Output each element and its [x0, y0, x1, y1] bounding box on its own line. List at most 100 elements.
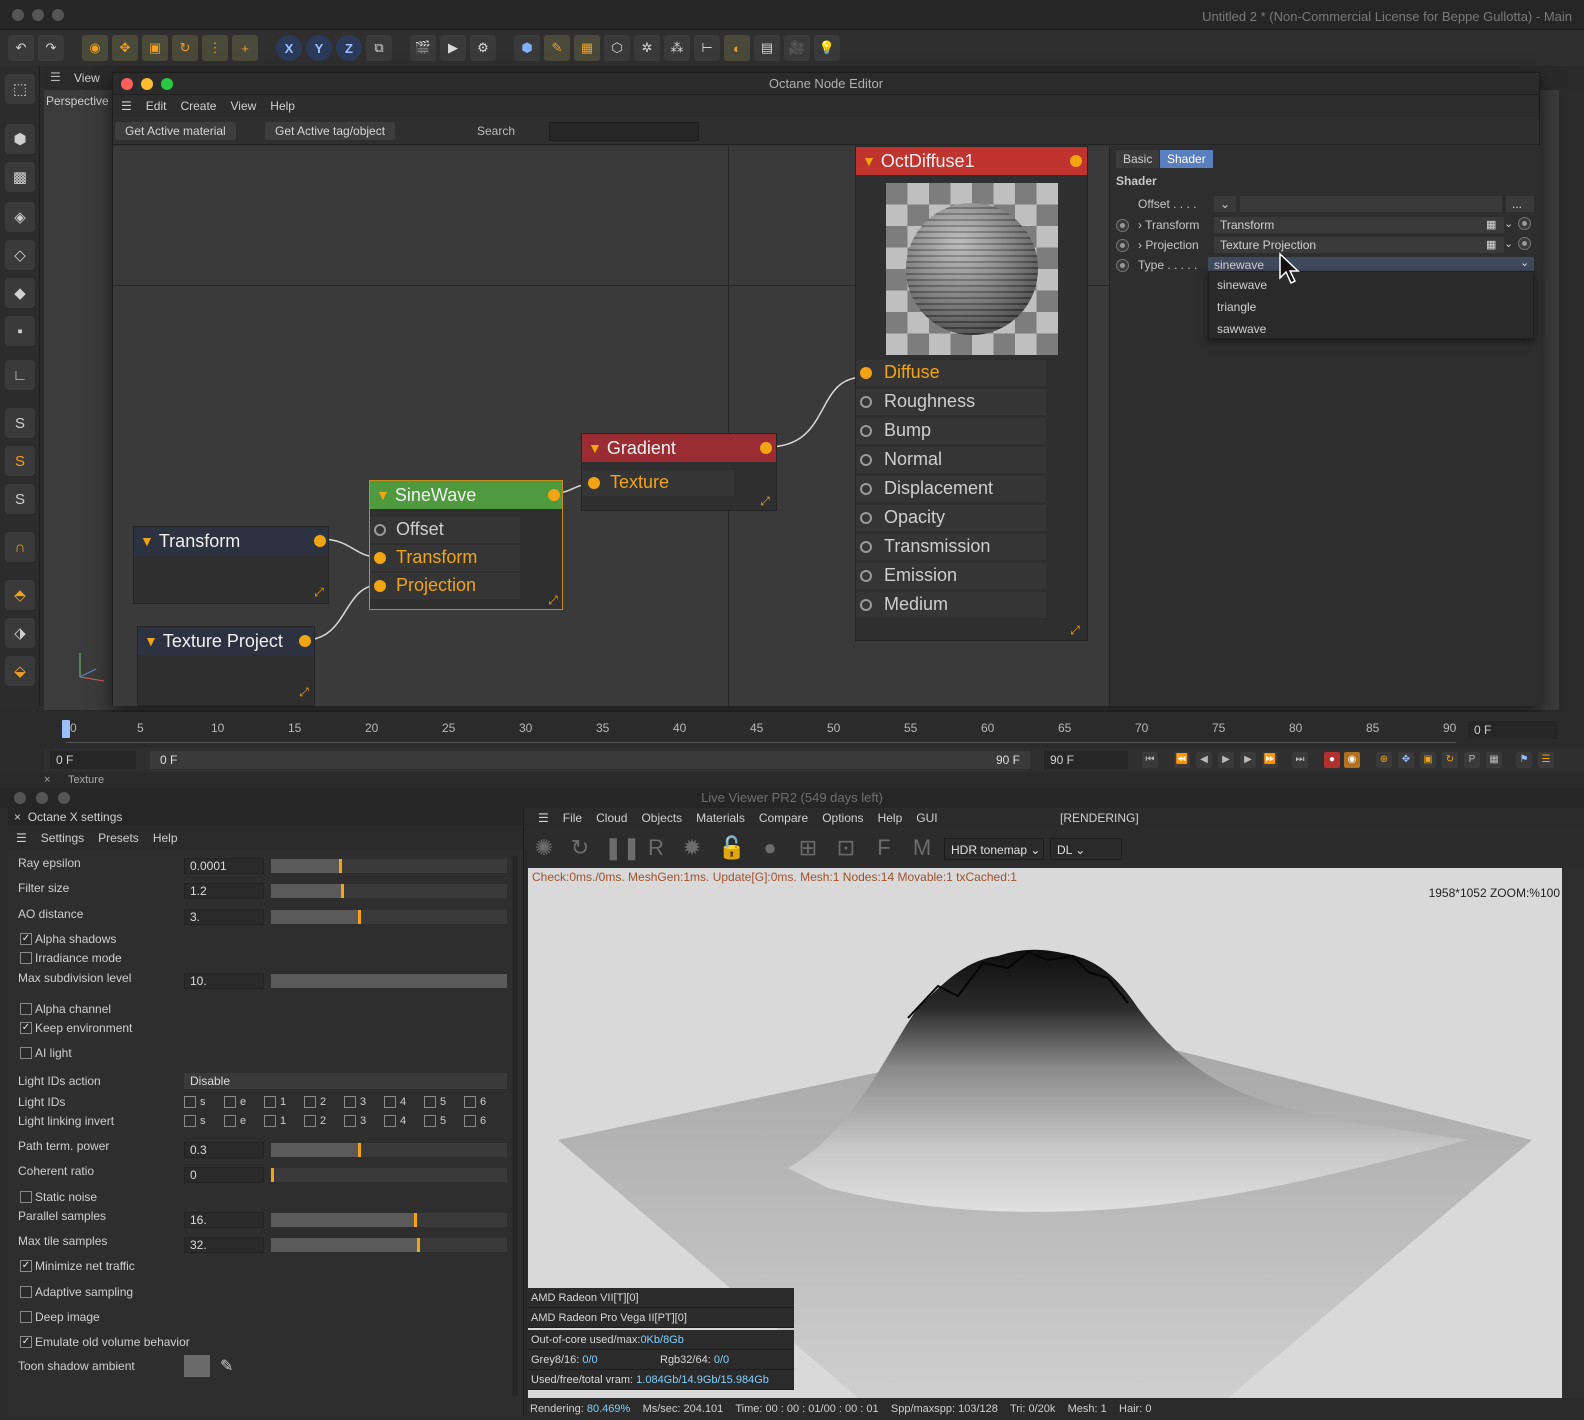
light-id-checkbox[interactable]	[304, 1096, 316, 1108]
z-axis-lock-icon[interactable]: Z	[336, 35, 362, 61]
max-subdivision-slider[interactable]	[271, 974, 507, 988]
planar-workplane-icon[interactable]: ⬙	[5, 656, 35, 686]
checker-icon[interactable]: ▦	[1486, 238, 1496, 251]
viewport-view-menu[interactable]: View	[74, 71, 100, 85]
diffuse-input-port[interactable]	[860, 367, 872, 379]
locked-workplane-icon[interactable]: ⬗	[5, 618, 35, 648]
offset-dropdown[interactable]: ⌄	[1214, 196, 1236, 212]
playhead[interactable]	[62, 720, 70, 738]
mograph-icon[interactable]: ⁂	[664, 35, 690, 61]
octdiffuse-output-port[interactable]	[1070, 155, 1082, 167]
filter-size-input[interactable]: 1.2	[184, 883, 264, 899]
lock-resolution-icon[interactable]: 🔓	[718, 834, 746, 862]
send-scene-icon[interactable]: ✺	[530, 834, 558, 862]
normal-input-port[interactable]	[860, 454, 872, 466]
texture-projection-node-header[interactable]: ▼ Texture Project	[138, 627, 314, 655]
uv-mode-icon[interactable]: ▪	[5, 316, 35, 346]
collapse-triangle-icon[interactable]: ▼	[588, 440, 602, 456]
gradient-texture-port[interactable]	[588, 477, 600, 489]
light-icon[interactable]: 💡	[814, 35, 840, 61]
model-mode-icon[interactable]: ⬢	[5, 124, 35, 154]
expand-icon[interactable]: ⤢	[312, 585, 326, 599]
menu-gui[interactable]: GUI	[916, 811, 937, 825]
window-minimize-button[interactable]	[32, 9, 44, 21]
rotate-tool-icon[interactable]: ↻	[172, 35, 198, 61]
light-id-checkbox[interactable]	[184, 1096, 196, 1108]
motion-system-icon[interactable]: ⚑	[1516, 752, 1532, 768]
light-id-checkbox[interactable]	[224, 1096, 236, 1108]
static-noise-checkbox[interactable]	[20, 1191, 32, 1203]
displacement-input-port[interactable]	[860, 483, 872, 495]
alpha-channel-checkbox[interactable]	[20, 1003, 32, 1015]
light-link-checkbox[interactable]	[224, 1115, 236, 1127]
coherent-ratio-input[interactable]: 0	[184, 1167, 264, 1183]
expand-icon[interactable]: ⤢	[758, 494, 772, 508]
node-editor-minimize-button[interactable]	[141, 78, 153, 90]
bump-input-port[interactable]	[860, 425, 872, 437]
render-output[interactable]: Check:0ms./0ms. MeshGen:1ms. Update[G]:0…	[528, 868, 1562, 1398]
menu-create[interactable]: Create	[180, 99, 216, 113]
undo-icon[interactable]: ↶	[8, 35, 34, 61]
expand-icon[interactable]: ⤢	[1068, 623, 1082, 637]
menu-materials[interactable]: Materials	[696, 811, 745, 825]
pause-render-icon[interactable]: ❚❚	[604, 834, 641, 862]
node-editor-close-button[interactable]	[121, 78, 133, 90]
previous-frame-icon[interactable]: ◀	[1196, 752, 1212, 768]
camera-icon[interactable]: 🎥	[784, 35, 810, 61]
path-term-power-input[interactable]: 0.3	[184, 1142, 264, 1158]
key-move-icon[interactable]: ✥	[1398, 752, 1414, 768]
select-tool-icon[interactable]: ◉	[82, 35, 108, 61]
sinewave-node[interactable]: ▼ SineWave Offset Transform Projection ⤢	[369, 480, 563, 610]
type-option-sinewave[interactable]: sinewave	[1217, 278, 1267, 292]
sinewave-projection-port[interactable]	[374, 580, 386, 592]
menu-cloud[interactable]: Cloud	[596, 811, 627, 825]
menu-settings[interactable]: Settings	[41, 831, 84, 845]
sinewave-transform-port[interactable]	[374, 552, 386, 564]
current-frame-field[interactable]: 0 F	[1468, 721, 1558, 739]
light-link-checkbox[interactable]	[184, 1115, 196, 1127]
pick-target-icon[interactable]	[1518, 237, 1531, 250]
tab-shader[interactable]: Shader	[1160, 150, 1213, 168]
emission-input-port[interactable]	[860, 570, 872, 582]
ai-light-checkbox[interactable]	[20, 1047, 32, 1059]
previous-key-icon[interactable]: ⏪	[1174, 752, 1190, 768]
timeline-window-icon[interactable]: ☰	[1538, 752, 1554, 768]
menu-help[interactable]: Help	[270, 99, 295, 113]
window-close-button[interactable]	[12, 9, 24, 21]
record-keys-icon[interactable]: ●	[1324, 752, 1340, 768]
transmission-input-port[interactable]	[860, 541, 872, 553]
ray-epsilon-slider[interactable]	[271, 859, 507, 873]
light-id-checkbox[interactable]	[344, 1096, 356, 1108]
kernel-mode-select[interactable]: DL ⌄	[1050, 838, 1122, 860]
irradiance-mode-checkbox[interactable]	[20, 952, 32, 964]
subdivision-icon[interactable]: ▦	[574, 35, 600, 61]
deformer-icon[interactable]: ⊢	[694, 35, 720, 61]
light-link-checkbox[interactable]	[384, 1115, 396, 1127]
ao-distance-input[interactable]: 3.	[184, 909, 264, 925]
max-subdivision-input[interactable]: 10.	[184, 973, 264, 989]
chevron-down-icon[interactable]: ⌄	[1504, 217, 1513, 230]
play-icon[interactable]: ▶	[1218, 752, 1234, 768]
offset-more-button[interactable]: ...	[1506, 196, 1534, 212]
settings-menu-icon[interactable]: ☰	[16, 831, 27, 845]
focus-picker-icon[interactable]: F	[870, 834, 898, 862]
parallel-samples-input[interactable]: 16.	[184, 1212, 264, 1228]
autokey-icon[interactable]: ◉	[1344, 752, 1360, 768]
gradient-output-port[interactable]	[760, 442, 772, 454]
texture-projection-node[interactable]: ▼ Texture Project ⤢	[137, 626, 315, 706]
settings-scrollbar[interactable]	[512, 856, 518, 1396]
x-axis-lock-icon[interactable]: X	[276, 35, 302, 61]
sinewave-node-header[interactable]: ▼ SineWave	[370, 481, 562, 509]
offset-field[interactable]	[1240, 196, 1502, 212]
lower-window-zoom-button[interactable]	[58, 792, 70, 804]
add-region-icon[interactable]: ⊞	[794, 834, 822, 862]
projection-link-field[interactable]: Texture Projection	[1214, 237, 1504, 253]
adaptive-sampling-checkbox[interactable]	[20, 1286, 32, 1298]
menu-help[interactable]: Help	[878, 811, 903, 825]
coherent-ratio-slider[interactable]	[271, 1168, 507, 1182]
node-editor-zoom-button[interactable]	[161, 78, 173, 90]
solo-off-icon[interactable]: S	[5, 408, 35, 438]
expand-icon[interactable]: ⤢	[297, 685, 311, 699]
ray-epsilon-input[interactable]: 0.0001	[184, 858, 264, 874]
points-mode-icon[interactable]: ◈	[5, 202, 35, 232]
